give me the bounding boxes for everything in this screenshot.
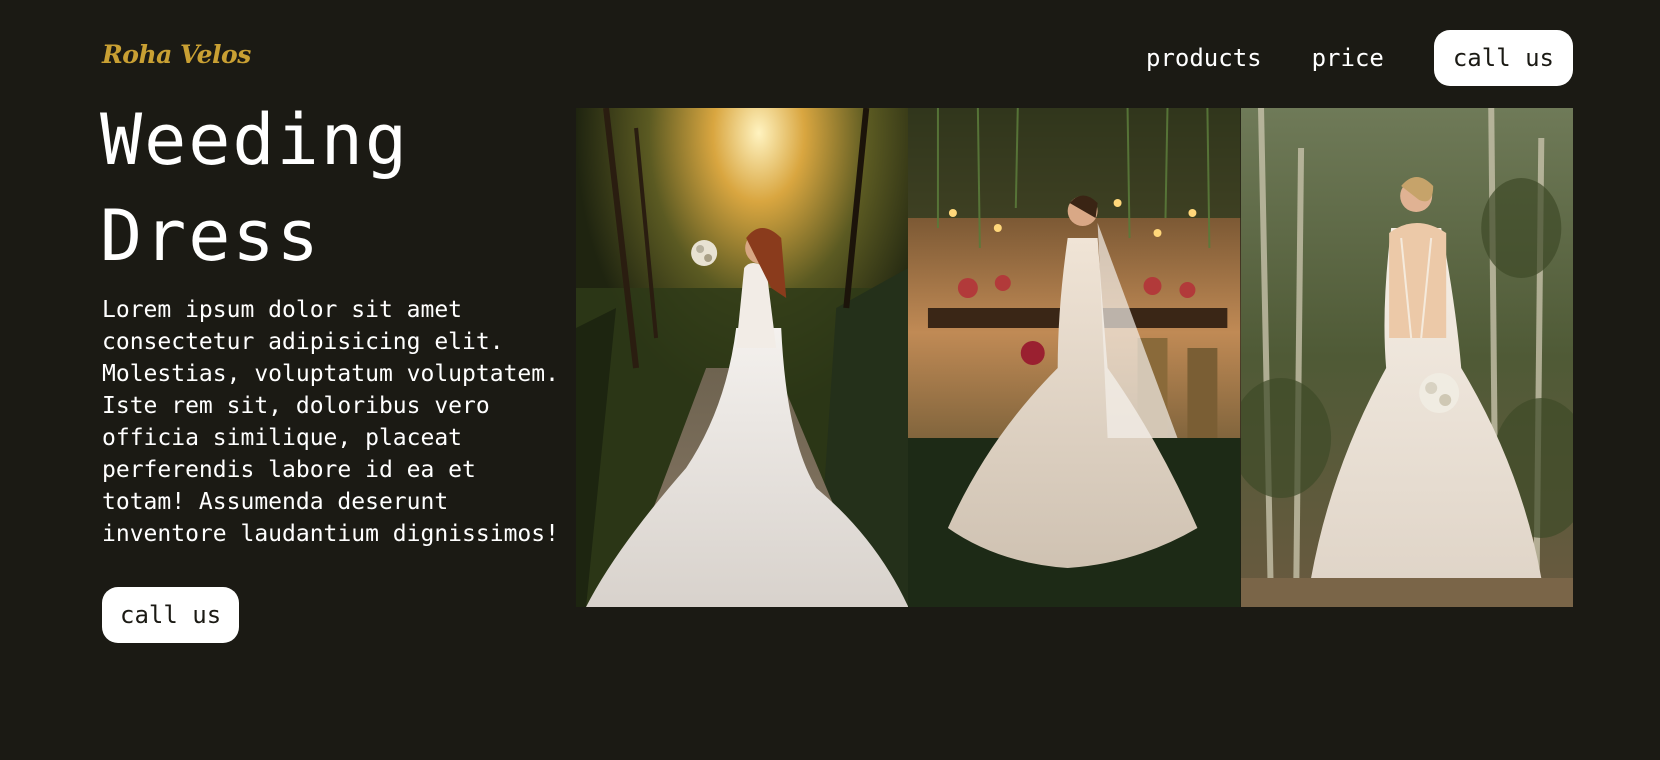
bride-dessert-table-image <box>908 108 1241 607</box>
bride-forest-bouquet-image <box>1240 108 1573 607</box>
hero-title: Weeding Dress <box>100 92 560 284</box>
gallery-photo-dessert-table <box>908 108 1241 607</box>
main-nav: products price call us <box>1146 30 1573 86</box>
gallery-photo-forest-path <box>576 108 909 607</box>
brand-logo[interactable]: Roha Velos <box>102 40 251 69</box>
nav-link-products[interactable]: products <box>1146 44 1262 72</box>
nav-call-us-button[interactable]: call us <box>1433 30 1573 86</box>
hero-call-us-button[interactable]: call us <box>102 587 240 643</box>
gallery-photo-forest-bouquet <box>1240 108 1573 607</box>
nav-link-price[interactable]: price <box>1312 44 1384 72</box>
bride-forest-path-image <box>576 108 909 607</box>
hero-title-line-2: Dress <box>100 195 321 277</box>
landing-page: Roha Velos products price call us Weedin… <box>0 0 1660 760</box>
dress-gallery <box>576 108 1573 607</box>
hero-title-line-1: Weeding <box>100 99 410 181</box>
hero-description: Lorem ipsum dolor sit amet consectetur a… <box>102 297 559 547</box>
